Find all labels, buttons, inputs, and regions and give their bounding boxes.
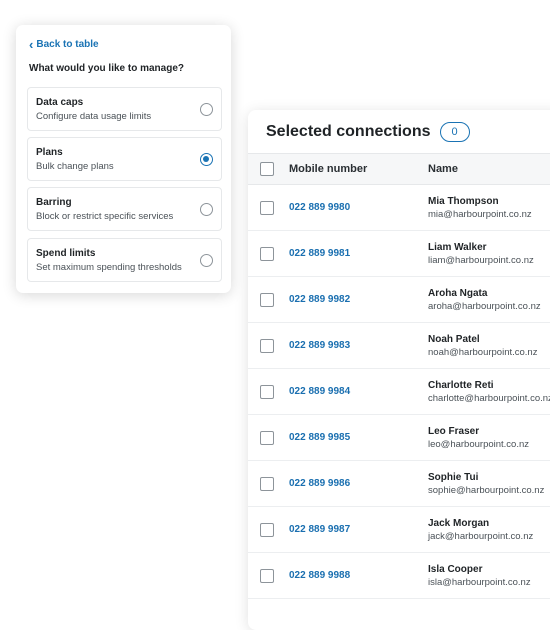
person-email: noah@harbourpoint.co.nz bbox=[428, 346, 538, 358]
mobile-number-link[interactable]: 022 889 9982 bbox=[289, 294, 428, 305]
row-checkbox[interactable] bbox=[260, 338, 274, 353]
back-link-label: Back to table bbox=[36, 39, 99, 50]
table-row[interactable]: 022 889 9987 Jack Morgan jack@harbourpoint… bbox=[248, 507, 550, 553]
option-barring[interactable]: Barring Block or restrict specific servi… bbox=[27, 187, 222, 231]
row-checkbox[interactable] bbox=[260, 522, 274, 537]
person-name: Charlotte Reti bbox=[428, 379, 494, 391]
back-to-table-link[interactable]: ‹ Back to table bbox=[29, 36, 99, 52]
person-cell: Sophie Tui sophie@harbourpoint.co.nz bbox=[428, 471, 544, 497]
table-row[interactable]: 022 889 9988 Isla Cooper isla@harbourpoint… bbox=[248, 553, 550, 599]
person-cell: Leo Fraser leo@harbourpoint.co.nz bbox=[428, 425, 529, 451]
person-email: charlotte@harbourpoint.co.nz bbox=[428, 392, 550, 404]
option-plans[interactable]: Plans Bulk change plans bbox=[27, 137, 222, 181]
person-name: Sophie Tui bbox=[428, 471, 479, 483]
person-email: aroha@harbourpoint.co.nz bbox=[428, 300, 541, 312]
person-email: jack@harbourpoint.co.nz bbox=[428, 530, 534, 542]
mobile-number-link[interactable]: 022 889 9980 bbox=[289, 202, 428, 213]
person-cell: Isla Cooper isla@harbourpoint.co.nz bbox=[428, 563, 531, 589]
chevron-left-icon: ‹ bbox=[29, 36, 34, 52]
table-row[interactable]: 022 889 9983 Noah Patel noah@harbourpoint.… bbox=[248, 323, 550, 369]
option-description: Bulk change plans bbox=[36, 161, 114, 172]
option-data-caps[interactable]: Data caps Configure data usage limits bbox=[27, 87, 222, 131]
person-email: isla@harbourpoint.co.nz bbox=[428, 576, 531, 588]
option-description: Configure data usage limits bbox=[36, 111, 152, 122]
person-cell: Mia Thompson mia@harbourpoint.co.nz bbox=[428, 195, 532, 221]
column-header-name[interactable]: Name bbox=[428, 163, 458, 175]
row-checkbox[interactable] bbox=[260, 292, 274, 307]
radio-button[interactable] bbox=[200, 153, 213, 166]
person-email: mia@harbourpoint.co.nz bbox=[428, 208, 532, 220]
person-name: Aroha Ngata bbox=[428, 287, 488, 299]
option-title: Plans bbox=[36, 147, 63, 158]
person-name: Noah Patel bbox=[428, 333, 480, 345]
option-spend-limits[interactable]: Spend limits Set maximum spending thresh… bbox=[27, 238, 222, 282]
table-row[interactable]: 022 889 9985 Leo Fraser leo@harbourpoint.c… bbox=[248, 415, 550, 461]
mobile-number-link[interactable]: 022 889 9981 bbox=[289, 248, 428, 259]
person-cell: Noah Patel noah@harbourpoint.co.nz bbox=[428, 333, 537, 359]
option-description: Block or restrict specific services bbox=[36, 211, 174, 222]
row-checkbox[interactable] bbox=[260, 430, 274, 445]
person-email: leo@harbourpoint.co.nz bbox=[428, 438, 530, 450]
selected-count-badge: 0 bbox=[439, 121, 470, 142]
panel-title: Selected connections bbox=[266, 122, 431, 140]
option-title: Data caps bbox=[36, 97, 84, 108]
connections-list: 022 889 9980 Mia Thompson mia@harbourpoint… bbox=[248, 185, 550, 599]
person-name: Mia Thompson bbox=[428, 195, 499, 207]
table-row[interactable]: 022 889 9981 Liam Walker liam@harbourpoint… bbox=[248, 231, 550, 277]
table-row[interactable]: 022 889 9986 Sophie Tui sophie@harbourpoin… bbox=[248, 461, 550, 507]
manage-panel: ‹ Back to table What would you like to m… bbox=[16, 25, 231, 293]
person-name: Jack Morgan bbox=[428, 517, 490, 529]
person-name: Liam Walker bbox=[428, 241, 487, 253]
mobile-number-link[interactable]: 022 889 9983 bbox=[289, 340, 428, 351]
option-title: Barring bbox=[36, 197, 72, 208]
radio-button[interactable] bbox=[200, 103, 213, 116]
table-row[interactable]: 022 889 9984 Charlotte Reti charlotte@harb… bbox=[248, 369, 550, 415]
person-name: Leo Fraser bbox=[428, 425, 480, 437]
mobile-number-link[interactable]: 022 889 9987 bbox=[289, 524, 428, 535]
mobile-number-link[interactable]: 022 889 9984 bbox=[289, 386, 428, 397]
mobile-number-link[interactable]: 022 889 9986 bbox=[289, 478, 428, 489]
row-checkbox[interactable] bbox=[260, 476, 274, 491]
column-header-mobile-number[interactable]: Mobile number bbox=[289, 163, 428, 175]
row-checkbox[interactable] bbox=[260, 384, 274, 399]
person-name: Isla Cooper bbox=[428, 563, 483, 575]
table-row[interactable]: 022 889 9980 Mia Thompson mia@harbourpoint… bbox=[248, 185, 550, 231]
option-description: Set maximum spending thresholds bbox=[36, 262, 182, 273]
person-email: sophie@harbourpoint.co.nz bbox=[428, 484, 545, 496]
person-email: liam@harbourpoint.co.nz bbox=[428, 254, 534, 266]
person-cell: Charlotte Reti charlotte@harbourpoint.co.… bbox=[428, 379, 550, 405]
selected-connections-panel: Selected connections 0 Mobile number Nam… bbox=[248, 110, 550, 630]
row-checkbox[interactable] bbox=[260, 568, 274, 583]
manage-question: What would you like to manage? bbox=[29, 63, 185, 74]
column-header-row: Mobile number Name bbox=[248, 153, 550, 185]
row-checkbox[interactable] bbox=[260, 200, 274, 215]
mobile-number-link[interactable]: 022 889 9985 bbox=[289, 432, 428, 443]
person-cell: Aroha Ngata aroha@harbourpoint.co.nz bbox=[428, 287, 541, 313]
mobile-number-link[interactable]: 022 889 9988 bbox=[289, 570, 428, 581]
radio-button[interactable] bbox=[200, 203, 213, 216]
row-checkbox[interactable] bbox=[260, 246, 274, 261]
person-cell: Liam Walker liam@harbourpoint.co.nz bbox=[428, 241, 534, 267]
option-title: Spend limits bbox=[36, 248, 96, 259]
radio-button[interactable] bbox=[200, 254, 213, 267]
table-row[interactable]: 022 889 9982 Aroha Ngata aroha@harbourpoin… bbox=[248, 277, 550, 323]
table-header: Selected connections 0 bbox=[248, 110, 550, 153]
select-all-checkbox[interactable] bbox=[260, 162, 274, 176]
person-cell: Jack Morgan jack@harbourpoint.co.nz bbox=[428, 517, 533, 543]
